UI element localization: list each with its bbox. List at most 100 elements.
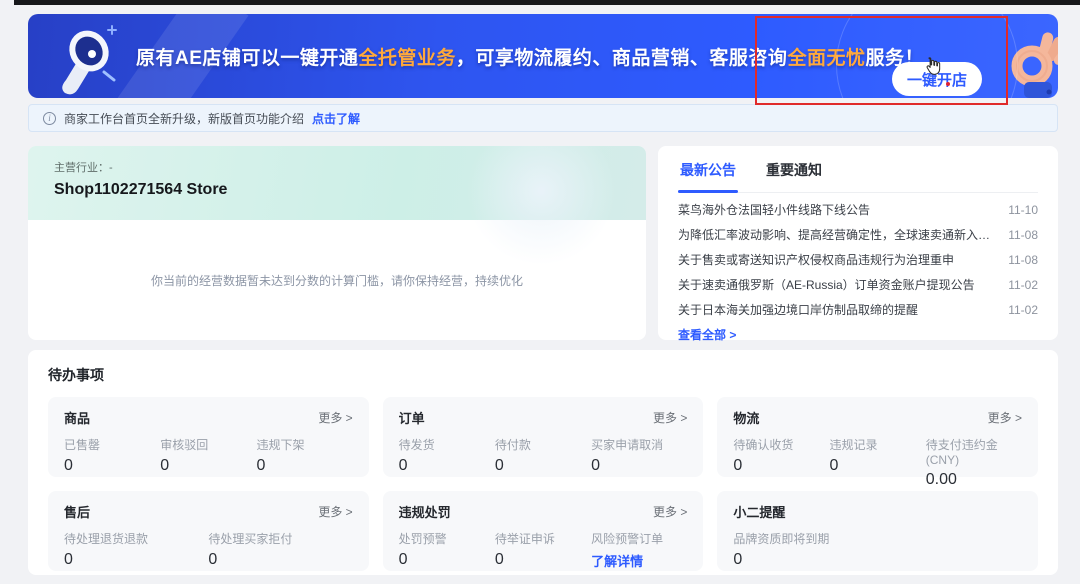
stat-value: 0 (495, 551, 591, 569)
stat-pending-chargebacks: 待处理买家拒付 0 (208, 530, 352, 569)
stat-label: 已售罄 (64, 436, 160, 453)
annotation-dot (946, 82, 950, 86)
card-title: 售后 (64, 502, 90, 521)
more-link[interactable]: 更多 > (988, 409, 1022, 426)
stat-value: 0 (64, 457, 160, 475)
announcement-date: 11-02 (1008, 303, 1038, 317)
todo-card-orders: 订单 更多 > 待发货 0 待付款 0 买家申请取消 0 (383, 397, 704, 477)
stat-value: 0 (591, 457, 687, 475)
card-title: 商品 (64, 408, 90, 427)
announcement-date: 11-08 (1008, 253, 1038, 267)
announcement-list: 菜鸟海外仓法国轻小件线路下线公告 11-10 为降低汇率波动影响、提高经营确定性… (678, 197, 1038, 322)
stat-sold-out: 已售罄 0 (64, 436, 160, 475)
stat-label: 待举证申诉 (495, 530, 591, 547)
more-link[interactable]: 更多 > (318, 409, 352, 426)
announcement-item[interactable]: 菜鸟海外仓法国轻小件线路下线公告 11-10 (678, 197, 1038, 222)
megaphone-icon (46, 18, 124, 96)
stat-review-rejected: 审核驳回 0 (160, 436, 256, 475)
stat-violation-records: 违规记录 0 (830, 436, 926, 489)
stat-label: 待确认收货 (733, 436, 829, 453)
stat-to-ship: 待发货 0 (399, 436, 495, 475)
stat-label: 审核驳回 (160, 436, 256, 453)
stat-penalty-warning: 处罚预警 0 (399, 530, 495, 570)
tab-latest-announcements[interactable]: 最新公告 (678, 158, 738, 184)
banner-text-segment: 原有AE店铺可以一键开通 (136, 43, 358, 70)
stat-label: 待支付违约金(CNY) (926, 436, 1022, 467)
todo-card-aftersales: 售后 更多 > 待处理退货退款 0 待处理买家拒付 0 (48, 491, 369, 571)
stat-penalty-payable: 待支付违约金(CNY) 0.00 (926, 436, 1022, 489)
learn-more-link[interactable]: 了解详情 (591, 551, 687, 570)
shop-name: Shop1102271564 Store (54, 181, 620, 199)
stat-value: 0 (399, 551, 495, 569)
more-link[interactable]: 更多 > (653, 503, 687, 520)
announcement-item[interactable]: 为降低汇率波动影响、提高经营确定性，全球速卖通新入驻跨境商家将以人民... 11… (678, 222, 1038, 247)
more-link[interactable]: 更多 > (318, 503, 352, 520)
ok-hand-illustration (1000, 26, 1058, 98)
banner-text-segment: ，可享物流履约、商品营销、客服咨询 (456, 43, 788, 70)
todo-card-products: 商品 更多 > 已售罄 0 审核驳回 0 违规下架 0 (48, 397, 369, 477)
announcement-title: 关于售卖或寄送知识产权侵权商品违规行为治理重申 (678, 251, 954, 268)
card-title: 订单 (399, 408, 425, 427)
todo-grid: 商品 更多 > 已售罄 0 审核驳回 0 违规下架 0 (48, 397, 1038, 571)
banner-highlight-segment: 全托管业务 (358, 43, 456, 70)
stat-value: 0 (733, 457, 829, 475)
stat-label: 待处理退货退款 (64, 530, 208, 547)
stat-label: 买家申请取消 (591, 436, 687, 453)
announcement-date: 11-10 (1008, 203, 1038, 217)
announcement-item[interactable]: 关于售卖或寄送知识产权侵权商品违规行为治理重申 11-08 (678, 247, 1038, 272)
announcements-tabs: 最新公告 重要通知 (678, 158, 1038, 193)
stat-violation-removed: 违规下架 0 (256, 436, 352, 475)
shop-card: 主营行业：- Shop1102271564 Store 你当前的经营数据暂未达到… (28, 146, 646, 340)
banner-text-segment: 服务！ (865, 43, 924, 70)
promo-banner[interactable]: 原有AE店铺可以一键开通全托管业务，可享物流履约、商品营销、客服咨询全面无忧服务… (28, 14, 1058, 98)
stat-label: 违规下架 (256, 436, 352, 453)
stat-label: 品牌资质即将到期 (733, 530, 1022, 547)
todo-card-penalties: 违规处罚 更多 > 处罚预警 0 待举证申诉 0 风险预警订单 了解详情 (383, 491, 704, 571)
notice-text: 商家工作台首页全新升级，新版首页功能介绍 (64, 110, 304, 127)
open-store-button[interactable]: 一键开店 (892, 62, 982, 96)
banner-message: 原有AE店铺可以一键开通全托管业务，可享物流履约、商品营销、客服咨询全面无忧服务… (136, 14, 924, 98)
card-title: 违规处罚 (399, 502, 451, 521)
banner-highlight-segment: 全面无忧 (787, 43, 865, 70)
card-title: 小二提醒 (733, 502, 785, 521)
stat-value: 0 (160, 457, 256, 475)
stat-awaiting-payment: 待付款 0 (495, 436, 591, 475)
stat-confirm-receipt: 待确认收货 0 (733, 436, 829, 489)
stat-label: 待付款 (495, 436, 591, 453)
announcement-item[interactable]: 关于日本海关加强边境口岸仿制品取缔的提醒 11-02 (678, 297, 1038, 322)
shop-industry-label: 主营行业：- (54, 159, 620, 175)
notice-bar: i 商家工作台首页全新升级，新版首页功能介绍 点击了解 (28, 104, 1058, 132)
announcement-date: 11-08 (1008, 228, 1038, 242)
announcement-title: 关于速卖通俄罗斯（AE-Russia）订单资金账户提现公告 (678, 276, 975, 293)
stat-value: 0 (733, 551, 1022, 569)
stat-label: 处罚预警 (399, 530, 495, 547)
todo-card-logistics: 物流 更多 > 待确认收货 0 违规记录 0 待支付违约金(CNY) 0.00 (717, 397, 1038, 477)
stat-label: 风险预警订单 (591, 530, 687, 547)
stat-risk-warning-orders: 风险预警订单 了解详情 (591, 530, 687, 570)
stat-value: 0 (208, 551, 352, 569)
todo-card-staff-reminder: 小二提醒 品牌资质即将到期 0 (717, 491, 1038, 571)
stat-value: 0.00 (926, 471, 1022, 489)
stat-value: 0 (399, 457, 495, 475)
announcement-title: 为降低汇率波动影响、提高经营确定性，全球速卖通新入驻跨境商家将以人民... (678, 226, 996, 243)
notice-link[interactable]: 点击了解 (312, 110, 360, 127)
stat-value: 0 (64, 551, 208, 569)
card-title: 物流 (733, 408, 759, 427)
stat-value: 0 (830, 457, 926, 475)
announcement-date: 11-02 (1008, 278, 1038, 292)
more-link[interactable]: 更多 > (653, 409, 687, 426)
stat-value: 0 (256, 457, 352, 475)
view-all-link[interactable]: 查看全部 > (678, 326, 736, 343)
announcement-title: 关于日本海关加强边境口岸仿制品取缔的提醒 (678, 301, 918, 318)
todo-section: 待办事项 商品 更多 > 已售罄 0 审核驳回 0 (28, 350, 1058, 575)
stat-brand-qualification-expiring: 品牌资质即将到期 0 (733, 530, 1022, 569)
todo-section-title: 待办事项 (48, 365, 1038, 385)
info-icon: i (43, 112, 56, 125)
tab-important-notices[interactable]: 重要通知 (764, 158, 824, 184)
stat-label: 违规记录 (830, 436, 926, 453)
announcement-title: 菜鸟海外仓法国轻小件线路下线公告 (678, 201, 870, 218)
stat-label: 待处理买家拒付 (208, 530, 352, 547)
stat-buyer-cancel-request: 买家申请取消 0 (591, 436, 687, 475)
top-strip (14, 0, 1080, 5)
announcement-item[interactable]: 关于速卖通俄罗斯（AE-Russia）订单资金账户提现公告 11-02 (678, 272, 1038, 297)
